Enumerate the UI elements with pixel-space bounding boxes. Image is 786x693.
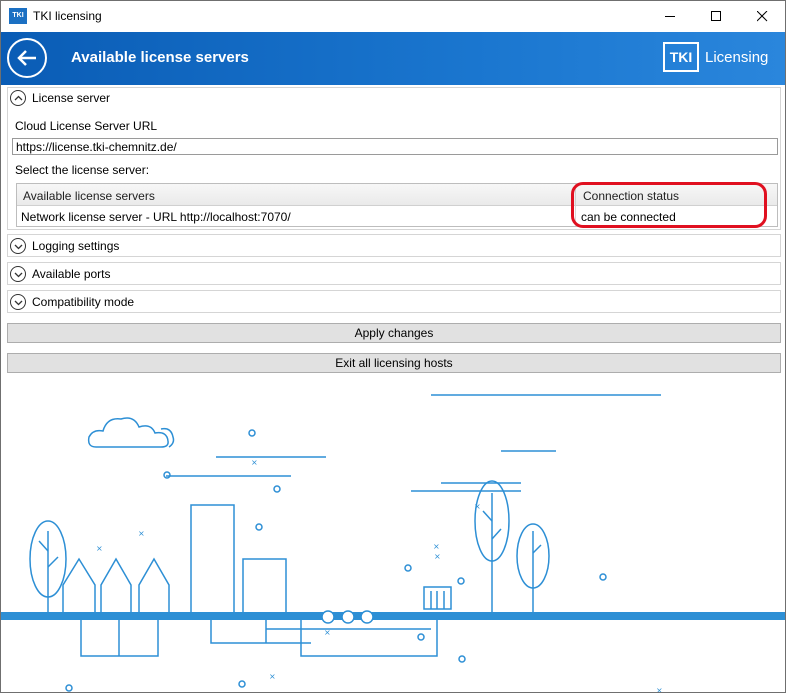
svg-text:×: × [656,686,663,693]
logging-settings-label: Logging settings [32,239,120,253]
license-server-header[interactable]: License server [8,88,780,108]
city-illustration: × × × × × × × × × [1,394,785,693]
maximize-icon [711,11,721,21]
app-icon: TKI [9,8,27,24]
available-ports-header[interactable]: Available ports [8,264,780,284]
compatibility-mode-label: Compatibility mode [32,295,135,309]
close-icon [757,11,768,22]
brand-logo: TKI [663,42,699,72]
page-header: Available license servers TKI Licensing [1,32,785,85]
server-cell: Network license server - URL http://loca… [21,210,291,224]
minimize-button[interactable] [647,1,693,32]
chevron-down-icon[interactable] [10,266,26,282]
chevron-down-icon[interactable] [10,238,26,254]
logging-settings-section[interactable]: Logging settings [7,234,781,257]
arrow-left-icon [17,50,36,66]
exit-hosts-button[interactable]: Exit all licensing hosts [7,353,781,373]
minimize-icon [665,16,675,17]
cloud-url-input[interactable] [12,138,778,155]
compatibility-mode-header[interactable]: Compatibility mode [8,292,780,312]
svg-text:×: × [251,458,258,467]
title-bar: TKI TKI licensing [1,1,785,32]
svg-text:×: × [433,542,440,551]
chevron-down-icon[interactable] [10,294,26,310]
svg-text:×: × [474,502,481,511]
brand-text: Licensing [705,49,769,66]
highlight-annotation [571,182,767,228]
chevron-up-icon[interactable] [10,90,26,106]
maximize-button[interactable] [693,1,739,32]
svg-text:×: × [434,552,441,561]
compatibility-mode-section[interactable]: Compatibility mode [7,290,781,313]
column-header-servers[interactable]: Available license servers [23,189,155,203]
close-button[interactable] [739,1,785,32]
cloud-url-label: Cloud License Server URL [15,119,158,133]
app-window: TKI TKI licensing Available license serv… [0,0,786,693]
window-title: TKI licensing [33,9,102,23]
svg-text:×: × [324,628,331,637]
apply-changes-button[interactable]: Apply changes [7,323,781,343]
available-ports-section[interactable]: Available ports [7,262,781,285]
back-button[interactable] [7,38,47,78]
svg-text:×: × [269,672,276,681]
svg-text:×: × [96,544,103,553]
logging-settings-header[interactable]: Logging settings [8,236,780,256]
svg-text:×: × [138,529,145,538]
license-server-label: License server [32,91,111,105]
available-ports-label: Available ports [32,267,111,281]
page-title: Available license servers [71,49,249,66]
select-server-label: Select the license server: [15,163,150,177]
